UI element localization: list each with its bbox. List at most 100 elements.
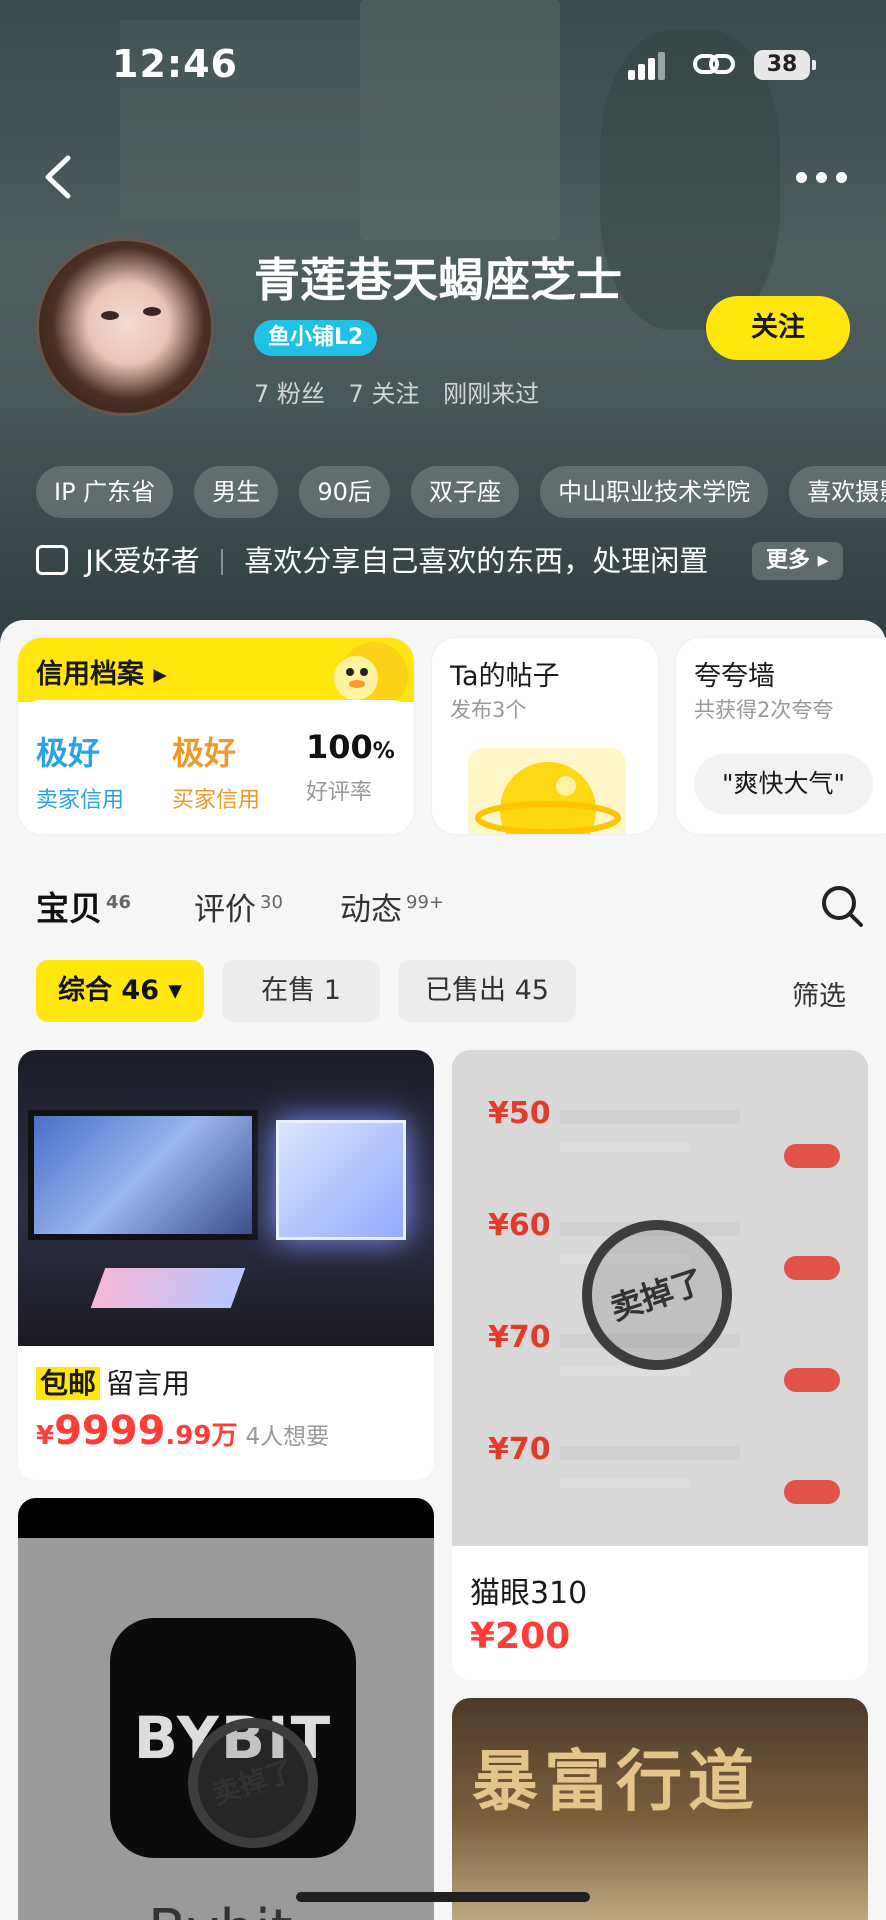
product-title-text: 留言用 (106, 1367, 191, 1400)
planet-icon (475, 762, 621, 834)
level-badge[interactable]: 鱼小铺L2 (254, 320, 378, 356)
posts-card[interactable]: Ta的帖子 发布3个 (432, 638, 658, 834)
bio: JK爱好者 喜欢分享自己喜欢的东西，处理闲置 更多 ▸ (36, 536, 886, 586)
tag-zodiac: 双子座 (411, 466, 520, 518)
background-banner (360, 0, 560, 240)
tab-reviews-count: 30 (260, 892, 283, 913)
tab-items[interactable]: 宝贝 46 (36, 882, 131, 930)
credit-title: 信用档案 (36, 659, 144, 690)
status-time: 12:46 (112, 42, 238, 86)
content-tabs: 宝贝 46 评价 30 动态 99+ (36, 882, 856, 942)
fans-count[interactable]: 7 粉丝 (254, 380, 325, 408)
tab-items-count: 46 (106, 892, 132, 913)
coupon-value: ¥50 (488, 1096, 551, 1131)
seller-credit-value: 极好 (36, 734, 101, 772)
home-indicator[interactable] (296, 1892, 590, 1902)
posts-title: Ta的帖子 (450, 661, 560, 692)
bio-more-button[interactable]: 更多 ▸ (752, 542, 843, 580)
free-shipping-tag: 包邮 (36, 1367, 101, 1400)
back-icon[interactable] (40, 152, 80, 202)
product-card-bybit[interactable]: BYBIT 卖掉了 Bybit (18, 1498, 434, 1920)
seller-credit-label: 卖家信用 (36, 788, 125, 813)
shop-icon (36, 545, 68, 575)
tag-hobby: 喜欢摄影 (789, 466, 886, 518)
filter-button[interactable]: 筛选 (792, 974, 846, 1013)
coupon-row: ¥70 (452, 1416, 868, 1516)
more-options-icon[interactable] (796, 168, 848, 188)
coupon-value: ¥70 (488, 1320, 551, 1355)
profile-tags: IP 广东省 男生 90后 双子座 中山职业技术学院 喜欢摄影 (36, 466, 886, 518)
tab-items-label: 宝贝 (36, 889, 102, 928)
praise-title: 夸夸墙 (694, 661, 775, 692)
product-price: ¥200 (470, 1616, 571, 1657)
username: 青莲巷天蝎座芝士 (254, 253, 622, 307)
want-count: 4人想要 (245, 1424, 330, 1450)
product-title: 包邮 留言用 (36, 1362, 190, 1402)
price-symbol: ¥ (36, 1421, 55, 1451)
planet-illustration (468, 748, 626, 834)
buyer-credit-value: 极好 (172, 734, 237, 772)
signal-icon (628, 50, 670, 80)
coupon-value: ¥60 (488, 1208, 551, 1243)
rating-label: 好评率 (306, 780, 373, 805)
tag-ip: IP 广东省 (36, 466, 174, 518)
coupon-value: ¥70 (488, 1432, 551, 1467)
product-image: 暴富行道 (452, 1698, 868, 1920)
content-panel: 信用档案 ▸ 极好 卖家信用 极好 买家信用 100% 好评率 Ta的帖子 发布… (0, 620, 886, 1920)
monitor-shape (28, 1110, 258, 1240)
keyboard-shape (90, 1268, 246, 1308)
filter-bar: 综合 46 ▾ 在售 1 已售出 45 筛选 (36, 960, 856, 1024)
credit-body: 极好 卖家信用 极好 买家信用 100% 好评率 (18, 700, 414, 834)
praise-subtitle: 共获得2次夸夸 (694, 698, 834, 722)
rating: 100% 好评率 (306, 728, 395, 806)
price-tail: .99万 (165, 1421, 238, 1451)
buyer-credit: 极好 买家信用 (172, 728, 260, 814)
filter-all-label: 综合 46 (58, 975, 160, 1006)
tag-age: 90后 (299, 466, 390, 518)
price-main: 9999 (54, 1408, 166, 1454)
product-card-pc[interactable]: 包邮 留言用 ¥9999.99万 4人想要 (18, 1050, 434, 1480)
buyer-credit-label: 买家信用 (172, 788, 261, 813)
product-title: 猫眼310 (470, 1576, 588, 1611)
posts-subtitle: 发布3个 (450, 698, 527, 722)
following-count[interactable]: 7 关注 (349, 380, 420, 408)
tab-reviews[interactable]: 评价 30 (194, 884, 283, 929)
profile-stats: 7 粉丝 7 关注 刚刚来过 (254, 374, 555, 409)
rating-unit: % (372, 739, 395, 764)
filter-on-sale[interactable]: 在售 1 (222, 960, 380, 1022)
product-card-art[interactable]: 暴富行道 (452, 1698, 868, 1920)
profile-header: 12:46 38 青莲巷天蝎座芝士 鱼小铺L2 7 粉丝 7 关注 刚刚来过 关… (0, 0, 886, 660)
tab-activity-count: 99+ (406, 892, 444, 913)
product-image: BYBIT 卖掉了 Bybit (18, 1498, 434, 1920)
tab-activity-label: 动态 (340, 892, 402, 928)
tag-school: 中山职业技术学院 (540, 466, 769, 518)
tab-reviews-label: 评价 (194, 892, 256, 928)
art-text: 暴富行道 (472, 1743, 760, 1820)
last-seen: 刚刚来过 (443, 380, 540, 408)
praise-wall-card[interactable]: 夸夸墙 共获得2次夸夸 "爽快大气" (676, 638, 886, 834)
battery-icon: 38 (754, 50, 816, 80)
avatar[interactable] (36, 238, 214, 416)
product-image (18, 1050, 434, 1346)
credit-title-row: 信用档案 ▸ (36, 659, 167, 690)
link-icon (693, 54, 735, 74)
search-icon[interactable] (818, 882, 866, 930)
filter-all[interactable]: 综合 46 ▾ (36, 960, 204, 1022)
praise-pill: "爽快大气" (694, 754, 873, 814)
bybit-name: Bybit (148, 1898, 293, 1920)
product-card-coupon[interactable]: ¥50 ¥60 ¥70 ¥70 卖掉了 猫眼310 ¥200 (452, 1050, 868, 1680)
bio-prefix: JK爱好者 (85, 544, 200, 578)
product-image: ¥50 ¥60 ¥70 ¥70 卖掉了 (452, 1050, 868, 1546)
bio-text: 喜欢分享自己喜欢的东西，处理闲置 (244, 544, 709, 578)
follow-button[interactable]: 关注 (706, 296, 850, 360)
bio-more-label: 更多 (766, 548, 811, 573)
coupon-row: ¥50 (452, 1080, 868, 1180)
seller-credit: 极好 卖家信用 (36, 728, 124, 814)
filter-sold[interactable]: 已售出 45 (398, 960, 576, 1022)
status-bar: 12:46 38 (0, 40, 886, 90)
tab-activity[interactable]: 动态 99+ (340, 884, 444, 929)
credit-card[interactable]: 信用档案 ▸ 极好 卖家信用 极好 买家信用 100% 好评率 (18, 638, 414, 834)
product-price: ¥9999.99万 4人想要 (36, 1408, 329, 1454)
pc-case-shape (276, 1120, 406, 1240)
bio-divider (221, 549, 224, 575)
